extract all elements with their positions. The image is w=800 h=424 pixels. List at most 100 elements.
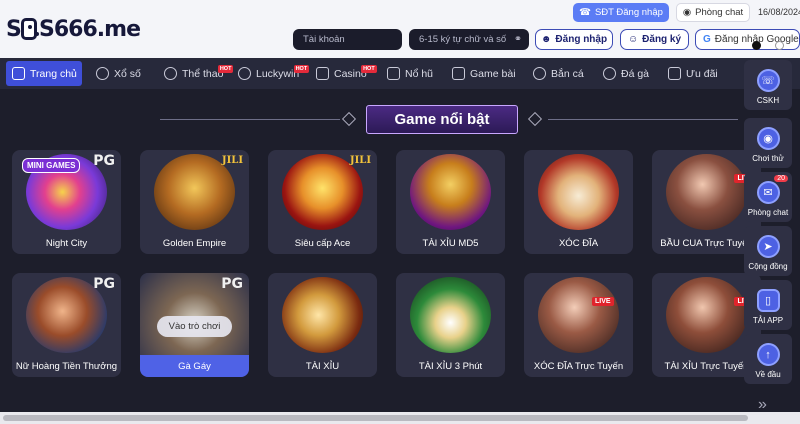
nav-rooster[interactable]: Đá gà [603,61,649,86]
title-divider-right [548,119,738,120]
nav-home-label: Trang chủ [30,67,77,80]
account-input[interactable]: Tài khoản [293,29,402,50]
hot-badge: HOT [217,64,234,73]
dice-icon [20,18,38,40]
game-thumbnail [666,277,747,353]
game-label: Golden Empire [162,237,227,249]
sidebar-label: CSKH [756,96,780,105]
nav-casino[interactable]: Casino HOT [316,61,377,86]
sidebar-chat[interactable]: 20 ✉ Phòng chat [744,172,792,222]
nav-slot[interactable]: Nổ hũ [387,61,433,86]
horizontal-scrollbar[interactable] [0,412,800,424]
provider-badge: PG [93,153,115,169]
chat-icon: ✉ [756,181,780,204]
nav-sports[interactable]: Thể thao HOT [164,61,234,86]
nav-home[interactable]: Trang chủ [6,61,82,86]
diamond-icon [527,111,543,127]
diamond-icon [341,111,357,127]
chat-room-button[interactable]: ◉ Phòng chat [676,3,750,22]
slot-icon [387,67,400,80]
title-divider-left [160,119,340,120]
game-label: Night City [45,237,88,249]
login-button[interactable]: ☻ Đăng nhập [535,29,613,50]
google-login-button[interactable]: G Đăng nhập Google [695,29,800,50]
floating-sidebar: ☏ CSKH ◉ Chơi thử 20 ✉ Phòng chat ➤ Cộng… [744,58,792,393]
telegram-icon: ➤ [756,235,780,258]
register-button[interactable]: ☺ Đăng ký [620,29,689,50]
game-label: TÀI XỈU [305,360,340,372]
game-card-golden-empire[interactable]: JILI Golden Empire [140,150,249,254]
live-badge: LIVE [592,297,614,306]
scrollbar-thumb[interactable] [3,415,748,421]
nav-lottery[interactable]: Xổ số [96,61,141,86]
account-placeholder: Tài khoản [303,34,345,45]
user-icon: ☻ [540,34,552,45]
dot-active [775,41,784,50]
game-thumbnail [282,277,363,353]
sports-icon [164,67,177,80]
phone-login-button[interactable]: ☎ SĐT Đăng nhập [573,3,669,22]
rooster-icon [603,67,616,80]
game-label: Siêu cấp Ace [294,237,351,249]
eye-off-icon[interactable]: ⚭ [514,34,522,45]
hot-badge: HOT [293,64,310,73]
game-thumbnail [538,154,619,230]
provider-badge: JILI [221,155,243,166]
game-label: TÀI XỈU 3 Phút [418,360,483,372]
play-game-button[interactable]: Vào trò chơi [157,316,232,337]
provider-badge: JILI [349,155,371,166]
luckywin-icon [238,67,251,80]
nav-luckywin-label: Luckywin [256,67,300,80]
game-card-tai-xiu[interactable]: TÀI XỈU [268,273,377,377]
game-card-ga-gay[interactable]: PG Vào trò chơi Gà Gáy [140,273,249,377]
nav-promo[interactable]: Ưu đãi [668,61,718,86]
nav-fish[interactable]: Bắn cá [533,61,584,86]
sidebar-download-app[interactable]: ▯ TẢI APP [744,280,792,330]
sidebar-label: Phòng chat [747,208,789,217]
section-title: Game nổi bật [366,105,518,134]
sidebar-demo[interactable]: ◉ Chơi thử [744,118,792,168]
nav-luckywin[interactable]: Luckywin HOT [238,61,310,86]
pager-dots [752,41,784,50]
gamepad-icon: ◉ [756,127,780,150]
mini-games-badge: MINI GAMES [22,158,81,173]
provider-badge: PG [93,276,115,292]
sidebar-back-to-top[interactable]: ↑ Về đầu [744,334,792,384]
game-card-tai-xiu-md5[interactable]: TÀI XỈU MD5 [396,150,505,254]
gift-icon [668,67,681,80]
game-card-nu-hoang[interactable]: PG Nữ Hoàng Tiền Thưởng [12,273,121,377]
logo-prefix: S [6,16,22,42]
chat-count-badge: 20 [774,175,788,182]
hot-badge: HOT [361,64,377,73]
site-logo[interactable]: S S666 .me [6,12,141,46]
game-thumbnail [538,277,619,353]
user-plus-icon: ☺ [627,34,639,45]
game-card-xoc-dia[interactable]: XÓC ĐĨA [524,150,633,254]
phone-icon: ▯ [756,289,780,312]
game-thumbnail [410,154,491,230]
sidebar-community[interactable]: ➤ Cộng đồng [744,226,792,276]
dot [752,41,761,50]
nav-cards[interactable]: Game bài [452,61,516,86]
sidebar-label: Về đầu [755,370,781,379]
home-icon [12,67,25,80]
top-header: S S666 .me ☎ SĐT Đăng nhập ◉ Phòng chat … [0,0,800,58]
casino-icon [316,67,329,80]
nav-promo-label: Ưu đãi [686,67,718,80]
logo-main: S666 [39,16,98,42]
nav-slot-label: Nổ hũ [405,67,434,80]
game-card-xoc-dia-truc-tuyen[interactable]: LIVE XÓC ĐĨA Trực Tuyến [524,273,633,377]
game-card-tai-xiu-3-phut[interactable]: TÀI XỈU 3 Phút [396,273,505,377]
lottery-icon [96,67,109,80]
sidebar-cskh[interactable]: ☏ CSKH [744,60,792,110]
current-date: 16/08/2024 [758,7,800,17]
game-label: Gà Gáy [140,355,249,377]
chat-room-label: Phòng chat [695,7,744,18]
game-card-sieu-cap-ace[interactable]: JILI Siêu cấp Ace [268,150,377,254]
register-label: Đăng ký [642,34,682,45]
game-card-night-city[interactable]: PG MINI GAMES Night City [12,150,121,254]
password-input[interactable]: 6-15 ký tự chữ và số ⚭ [409,29,529,50]
nav-sports-label-wrap: Thể thao HOT [182,64,234,80]
headset-icon: ☏ [756,69,780,92]
nav-casino-label-wrap: Casino HOT [334,64,377,80]
